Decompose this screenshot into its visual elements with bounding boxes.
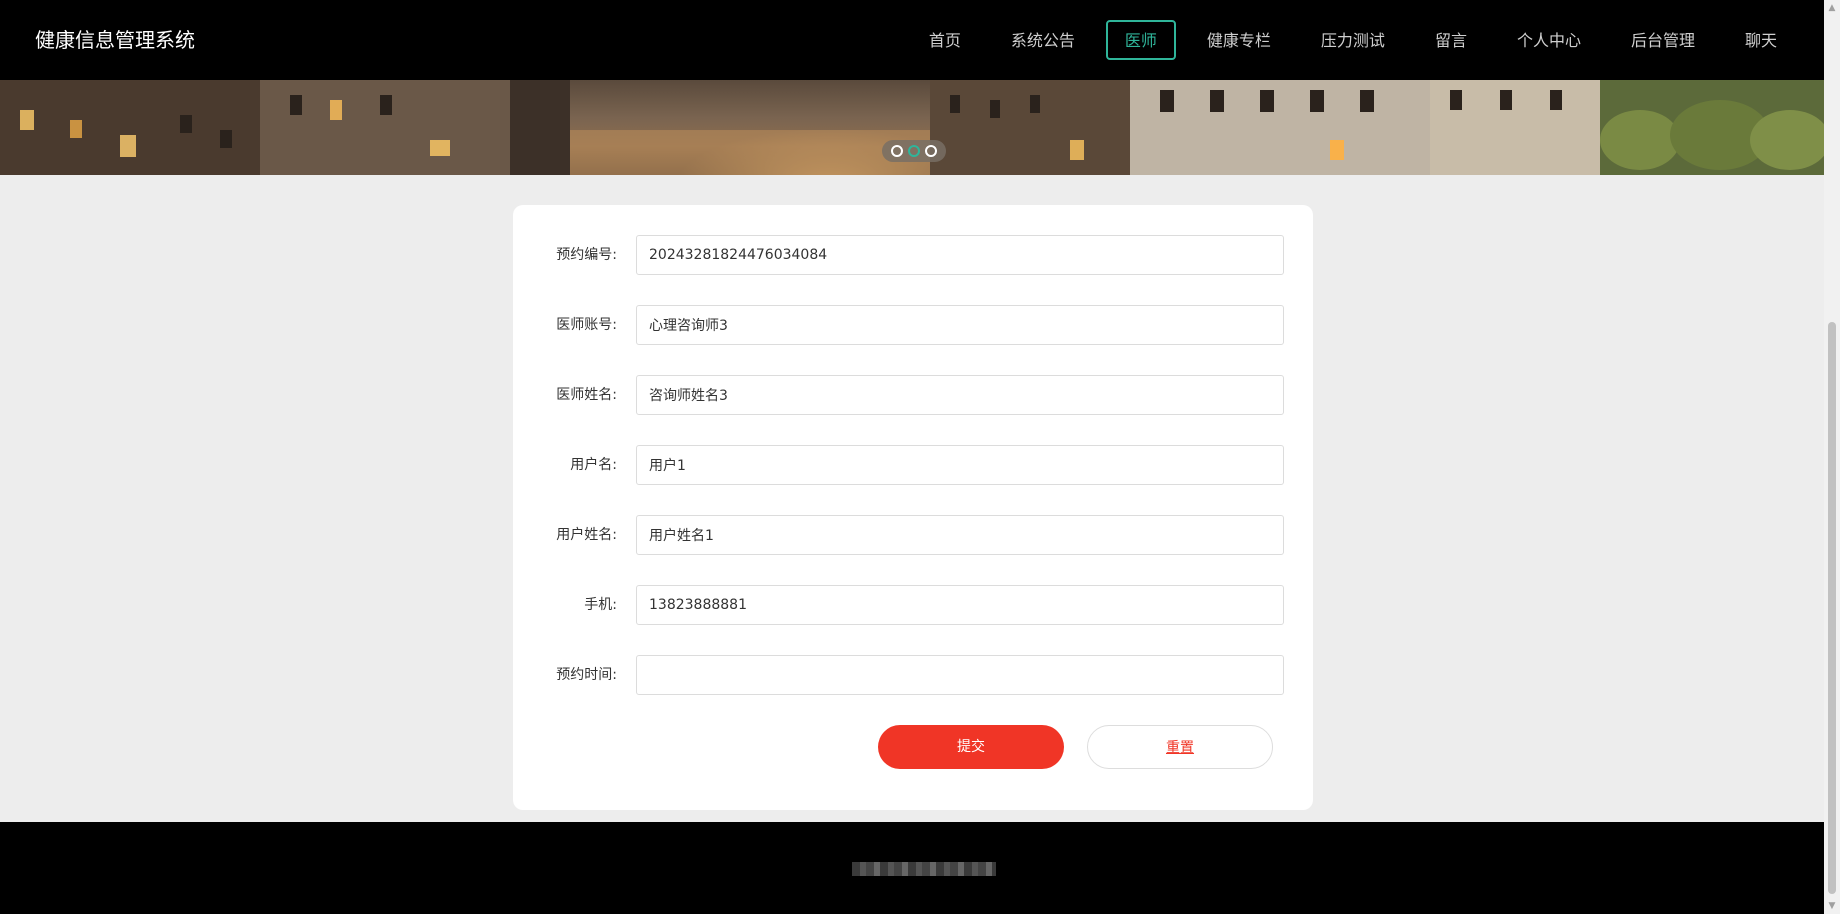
doctor-account-input[interactable] bbox=[636, 305, 1284, 345]
phone-input[interactable] bbox=[636, 585, 1284, 625]
carousel-dot-3[interactable] bbox=[925, 145, 938, 157]
appointment-time-label: 预约时间: bbox=[556, 667, 617, 683]
carousel-indicator bbox=[882, 140, 946, 162]
form-row-username: 用户名: bbox=[513, 445, 1313, 485]
user-fullname-label: 用户姓名: bbox=[556, 527, 617, 543]
doctor-name-label: 医师姓名: bbox=[556, 387, 617, 403]
vertical-scrollbar[interactable]: ▲ ▼ bbox=[1824, 0, 1840, 914]
carousel-dot-2[interactable] bbox=[907, 145, 920, 157]
footer bbox=[0, 822, 1824, 914]
nav-item-messages[interactable]: 留言 bbox=[1416, 20, 1486, 60]
appointment-number-label: 预约编号: bbox=[556, 247, 617, 263]
username-input[interactable] bbox=[636, 445, 1284, 485]
user-fullname-input[interactable] bbox=[636, 515, 1284, 555]
main-nav: 首页 系统公告 医师 健康专栏 压力测试 留言 个人中心 后台管理 聊天 bbox=[898, 20, 1796, 60]
scrollbar-thumb[interactable] bbox=[1828, 322, 1836, 894]
nav-item-doctors[interactable]: 医师 bbox=[1105, 20, 1176, 60]
form-row-user-fullname: 用户姓名: bbox=[513, 515, 1313, 555]
form-row-doctor-account: 医师账号: bbox=[513, 305, 1313, 345]
form-row-doctor-name: 医师姓名: bbox=[513, 375, 1313, 415]
doctor-account-label: 医师账号: bbox=[556, 317, 617, 333]
nav-item-chat[interactable]: 聊天 bbox=[1726, 20, 1796, 60]
nav-item-announcements[interactable]: 系统公告 bbox=[992, 20, 1094, 60]
footer-redacted-text bbox=[852, 862, 996, 876]
appointment-form-card: 预约编号: 医师账号: 医师姓名: 用户名: 用户姓名: 手机: 预约时间: 提… bbox=[513, 205, 1313, 810]
form-row-phone: 手机: bbox=[513, 585, 1313, 625]
scroll-down-arrow-icon[interactable]: ▼ bbox=[1824, 898, 1840, 914]
reset-button[interactable]: 重置 bbox=[1087, 725, 1273, 769]
banner-image bbox=[0, 80, 1824, 175]
appointment-time-input[interactable] bbox=[636, 655, 1284, 695]
nav-item-stress-test[interactable]: 压力测试 bbox=[1302, 20, 1404, 60]
form-row-appointment-number: 预约编号: bbox=[513, 235, 1313, 275]
doctor-name-input[interactable] bbox=[636, 375, 1284, 415]
nav-item-health-column[interactable]: 健康专栏 bbox=[1188, 20, 1290, 60]
carousel-dot-1[interactable] bbox=[890, 145, 903, 157]
phone-label: 手机: bbox=[584, 597, 617, 613]
nav-item-home[interactable]: 首页 bbox=[910, 20, 980, 60]
app-title: 健康信息管理系统 bbox=[35, 28, 195, 52]
submit-button[interactable]: 提交 bbox=[878, 725, 1064, 769]
top-navbar: 健康信息管理系统 首页 系统公告 医师 健康专栏 压力测试 留言 个人中心 后台… bbox=[0, 0, 1824, 80]
appointment-number-input[interactable] bbox=[636, 235, 1284, 275]
page: 健康信息管理系统 首页 系统公告 医师 健康专栏 压力测试 留言 个人中心 后台… bbox=[0, 0, 1824, 914]
username-label: 用户名: bbox=[570, 457, 617, 473]
form-row-appointment-time: 预约时间: bbox=[513, 655, 1313, 695]
nav-item-personal-center[interactable]: 个人中心 bbox=[1498, 20, 1600, 60]
nav-item-admin[interactable]: 后台管理 bbox=[1612, 20, 1714, 60]
scroll-up-arrow-icon[interactable]: ▲ bbox=[1824, 0, 1840, 16]
